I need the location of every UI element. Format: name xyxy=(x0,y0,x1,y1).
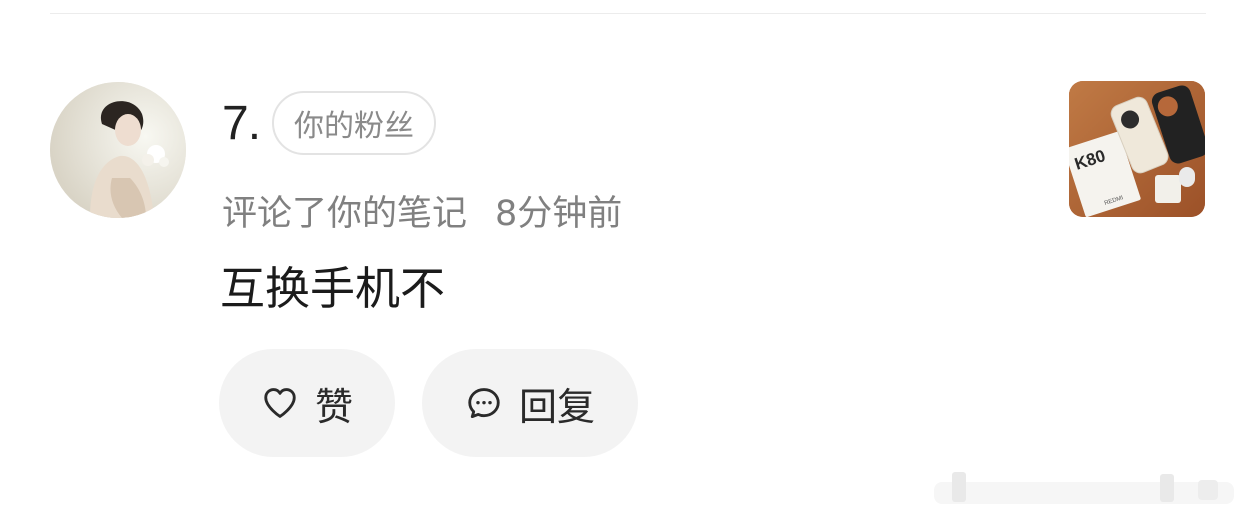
comment-text: 互换手机不 xyxy=(220,262,446,315)
user-avatar[interactable] xyxy=(50,82,186,218)
watermark xyxy=(934,468,1244,508)
timestamp: 8分钟前 xyxy=(495,193,623,234)
reply-button[interactable]: 回复 xyxy=(422,349,638,457)
action-text: 评论了你的笔记 xyxy=(222,193,468,234)
thumbnail-image: K80 REDMI xyxy=(1069,81,1205,217)
fan-badge: 你的粉丝 xyxy=(272,91,437,155)
chat-bubble-dots-icon xyxy=(465,384,503,422)
rank-number: 7. xyxy=(222,96,261,150)
reply-label: 回复 xyxy=(518,384,595,429)
notification-header: 7. 你的粉丝 xyxy=(222,88,437,158)
notification-page: 7. 你的粉丝 评论了你的笔记 8分钟前 互换手机不 赞 回复 K80 REDM… xyxy=(0,0,1256,520)
top-divider xyxy=(50,13,1206,14)
like-button[interactable]: 赞 xyxy=(219,349,395,457)
heart-outline-icon xyxy=(261,384,299,422)
avatar-image xyxy=(50,82,186,218)
like-label: 赞 xyxy=(314,384,353,429)
notification-meta: 评论了你的笔记 8分钟前 xyxy=(222,188,622,234)
note-thumbnail[interactable]: K80 REDMI xyxy=(1069,81,1205,217)
